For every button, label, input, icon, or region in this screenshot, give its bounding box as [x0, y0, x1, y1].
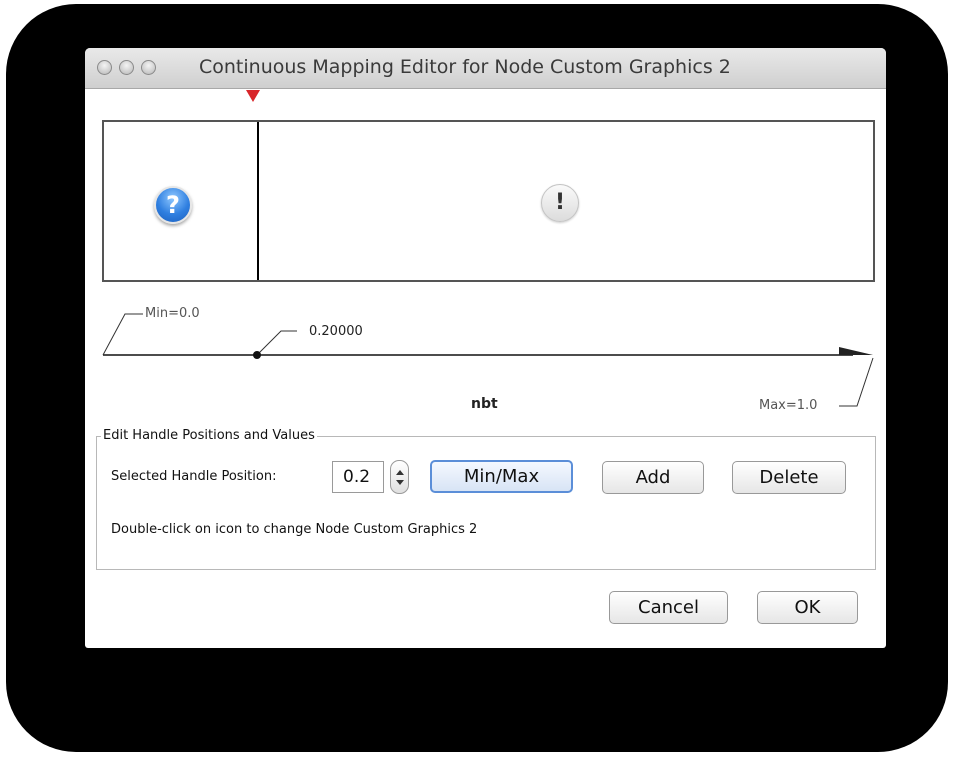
mapping-editor-window: Continuous Mapping Editor for Node Custo…	[85, 48, 886, 648]
window-title: Continuous Mapping Editor for Node Custo…	[199, 56, 731, 78]
max-label: Max=1.0	[759, 398, 818, 413]
handle-divider[interactable]	[257, 122, 259, 280]
handle-position-stepper[interactable]	[390, 460, 409, 494]
handle-position-field[interactable]: 0.2	[332, 461, 384, 493]
warning-icon[interactable]: !	[541, 184, 579, 222]
edit-handle-panel	[96, 436, 876, 570]
handle-position-label: Selected Handle Position:	[111, 469, 277, 484]
title-bar[interactable]: Continuous Mapping Editor for Node Custo…	[85, 48, 886, 89]
handle-label-leader	[256, 330, 297, 356]
edit-panel-legend: Edit Handle Positions and Values	[101, 428, 317, 443]
handle-value-label: 0.20000	[309, 324, 363, 339]
close-window-button[interactable]	[97, 60, 112, 75]
stepper-up-icon[interactable]	[396, 470, 404, 475]
cancel-button[interactable]: Cancel	[609, 591, 728, 624]
question-icon[interactable]: ?	[154, 186, 192, 224]
min-label-leader	[102, 313, 143, 356]
handle-marker-icon[interactable]	[246, 90, 260, 102]
edit-hint-text: Double-click on icon to change Node Cust…	[111, 522, 478, 537]
zoom-window-button[interactable]	[141, 60, 156, 75]
stepper-down-icon[interactable]	[396, 480, 404, 485]
add-button[interactable]: Add	[602, 461, 704, 494]
max-label-leader	[839, 357, 874, 407]
attribute-name: nbt	[471, 396, 498, 412]
axis-arrowhead	[839, 347, 873, 355]
axis-handle-dot	[253, 351, 261, 359]
delete-button[interactable]: Delete	[732, 461, 846, 494]
graphics-preview-area[interactable]: ? !	[102, 120, 875, 282]
ok-button[interactable]: OK	[757, 591, 858, 624]
minimize-window-button[interactable]	[119, 60, 134, 75]
min-label: Min=0.0	[145, 306, 200, 321]
min-max-button[interactable]: Min/Max	[430, 460, 573, 493]
